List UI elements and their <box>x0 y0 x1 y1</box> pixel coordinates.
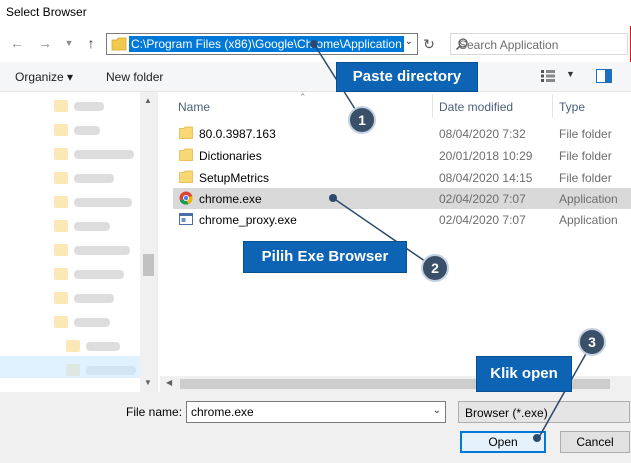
exe-icon <box>179 213 193 225</box>
file-name: SetupMetrics <box>199 171 270 185</box>
folder-icon <box>179 170 193 183</box>
new-folder-button[interactable]: New folder <box>106 70 163 84</box>
navigation-selected-item[interactable] <box>0 356 140 378</box>
folder-icon <box>179 126 193 139</box>
column-header-date[interactable]: Date modified <box>439 100 513 114</box>
file-name-dropdown-chevron-icon[interactable]: ⌄ <box>433 405 441 416</box>
file-name: 80.0.3987.163 <box>199 127 276 141</box>
file-type: File folder <box>559 171 612 185</box>
file-name: Dictionaries <box>199 149 262 163</box>
address-path[interactable]: C:\Program Files (x86)\Google\Chrome\App… <box>129 36 404 52</box>
window-title: Select Browser <box>6 5 87 19</box>
file-date: 08/04/2020 7:32 <box>439 127 526 141</box>
navigation-pane[interactable] <box>0 92 158 392</box>
scroll-down-icon[interactable]: ▼ <box>144 378 152 387</box>
preview-pane-icon[interactable] <box>596 69 612 83</box>
file-name: chrome_proxy.exe <box>199 213 297 227</box>
refresh-icon[interactable]: ↻ <box>420 34 438 54</box>
search-placeholder: Search Application <box>459 38 559 52</box>
command-toolbar: Organize ▾ New folder ▼ <box>0 62 631 92</box>
file-name-label: File name: <box>126 405 183 419</box>
scroll-up-icon[interactable]: ▲ <box>144 96 152 105</box>
file-type-filter[interactable]: Browser (*.exe) <box>458 401 630 423</box>
file-type: File folder <box>559 127 612 141</box>
up-arrow-icon[interactable]: ↑ <box>82 34 100 52</box>
forward-arrow-icon[interactable]: → <box>36 34 54 52</box>
file-name: chrome.exe <box>199 192 262 206</box>
dialog-footer: File name: chrome.exe ⌄ Browser (*.exe) … <box>0 392 631 463</box>
address-bar[interactable]: C:\Program Files (x86)\Google\Chrome\App… <box>106 33 418 55</box>
file-row[interactable]: chrome_proxy.exe 02/04/2020 7:07 Applica… <box>173 209 631 230</box>
file-date: 08/04/2020 14:15 <box>439 171 533 185</box>
scroll-thumb[interactable] <box>143 254 154 276</box>
chrome-icon <box>179 191 193 205</box>
file-row[interactable]: 80.0.3987.163 08/04/2020 7:32 File folde… <box>173 123 631 144</box>
file-date: 20/01/2018 10:29 <box>439 149 533 163</box>
column-header-name[interactable]: Name <box>178 100 210 114</box>
file-row-selected[interactable]: chrome.exe 02/04/2020 7:07 Application <box>173 188 631 209</box>
annotation-step-badge: 1 <box>348 106 376 134</box>
recent-locations-chevron-icon[interactable]: ▼ <box>60 34 78 52</box>
annotation-pointer-dot <box>329 194 337 202</box>
annotation-callout-paste-directory: Paste directory <box>336 62 478 92</box>
annotation-callout-klik-open: Klik open <box>476 356 572 392</box>
scroll-left-icon[interactable]: ◀ <box>166 378 172 387</box>
organize-button[interactable]: Organize ▾ <box>15 70 73 84</box>
file-type: File folder <box>559 149 612 163</box>
back-arrow-icon[interactable]: ← <box>8 34 26 52</box>
title-bar: Select Browser <box>0 0 631 26</box>
file-date: 02/04/2020 7:07 <box>439 213 526 227</box>
folder-icon <box>179 148 193 161</box>
file-type: Application <box>559 192 618 206</box>
file-name-value[interactable]: chrome.exe <box>191 405 254 419</box>
file-date: 02/04/2020 7:07 <box>439 192 526 206</box>
search-box[interactable]: Search Application <box>450 33 628 55</box>
annotation-step-badge: 2 <box>421 254 449 282</box>
file-type-filter-value: Browser (*.exe) <box>465 406 548 420</box>
column-header-type[interactable]: Type <box>559 100 585 114</box>
address-dropdown-chevron-icon[interactable]: ⌄ <box>405 36 413 47</box>
file-type: Application <box>559 213 618 227</box>
view-options-icon[interactable] <box>541 70 555 82</box>
annotation-pointer-dot <box>533 434 541 442</box>
file-row[interactable]: Dictionaries 20/01/2018 10:29 File folde… <box>173 145 631 166</box>
folder-icon <box>111 37 127 51</box>
file-name-input[interactable]: chrome.exe ⌄ <box>186 401 446 423</box>
view-dropdown-chevron-icon[interactable]: ▼ <box>566 69 575 79</box>
file-row[interactable]: SetupMetrics 08/04/2020 14:15 File folde… <box>173 167 631 188</box>
annotation-callout-pilih-exe: Pilih Exe Browser <box>243 241 407 273</box>
navigation-scrollbar[interactable]: ▲ ▼ <box>140 92 157 392</box>
annotation-pointer-dot <box>310 40 318 48</box>
select-browser-dialog: Select Browser ← → ▼ ↑ C:\Program Files … <box>0 0 631 463</box>
annotation-step-badge: 3 <box>578 328 606 356</box>
sort-ascending-icon: ⌃ <box>299 92 307 102</box>
cancel-button[interactable]: Cancel <box>560 431 630 453</box>
